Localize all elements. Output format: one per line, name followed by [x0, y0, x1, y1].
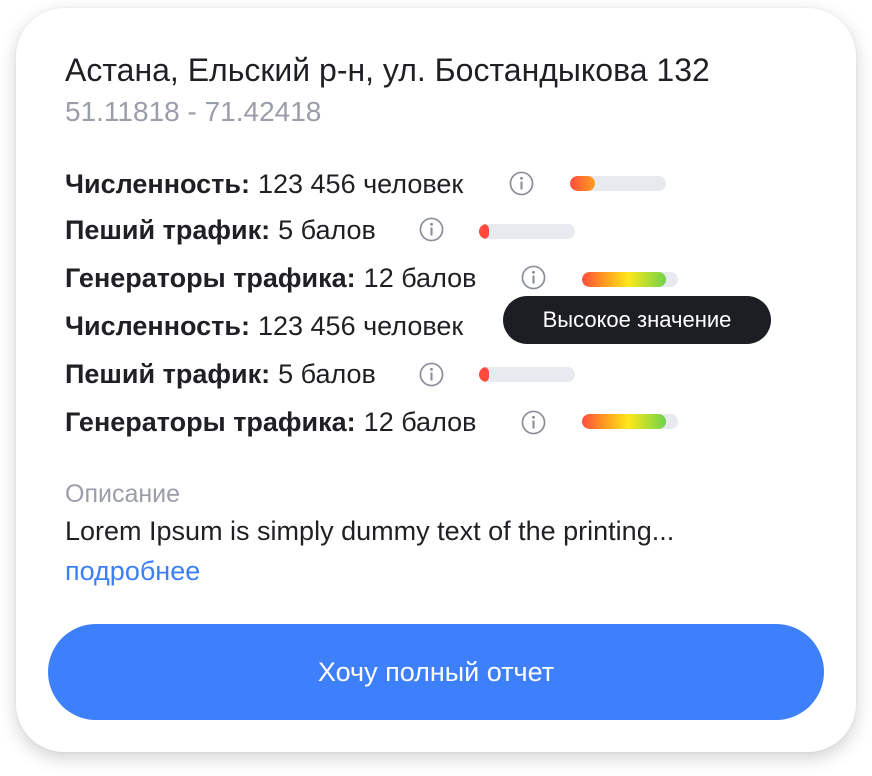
full-report-button[interactable]: Хочу полный отчет [48, 624, 824, 720]
metric-row-foot-traffic: Пеший трафик: 5 балов [65, 356, 376, 392]
level-bar [479, 224, 575, 239]
level-bar-fill [582, 414, 667, 429]
metric-value: 12 балов [363, 262, 477, 293]
metric-value: 5 балов [278, 358, 376, 389]
metric-label: Генераторы трафика: [65, 262, 356, 293]
metric-row-population: Численность: 123 456 человек [65, 166, 463, 202]
metric-row-traffic-generators: Генераторы трафика: 12 балов [65, 404, 476, 440]
description-label: Описание [65, 480, 181, 508]
address-title: Астана, Ельский р-н, ул. Бостандыкова 13… [65, 52, 710, 88]
level-bar-fill [479, 367, 489, 382]
metric-value: 123 456 человек [257, 168, 464, 199]
more-link[interactable]: подробнее [65, 556, 200, 587]
level-bar-fill [479, 224, 489, 239]
metric-value: 5 балов [278, 214, 376, 245]
info-circle-icon[interactable] [419, 362, 444, 387]
metric-row-foot-traffic: Пеший трафик: 5 балов [65, 212, 376, 248]
info-circle-icon[interactable] [521, 410, 546, 435]
metric-label: Пеший трафик: [65, 358, 271, 389]
location-card: Астана, Ельский р-н, ул. Бостандыкова 13… [16, 8, 856, 752]
description-text: Lorem Ipsum is simply dummy text of the … [65, 516, 675, 546]
info-circle-icon[interactable] [521, 265, 546, 290]
level-bar [582, 414, 678, 429]
metric-value: 123 456 человек [257, 310, 464, 341]
metric-label: Генераторы трафика: [65, 406, 356, 437]
level-bar [479, 367, 575, 382]
metric-label: Численность: [65, 168, 250, 199]
tooltip: Высокое значение [503, 296, 771, 344]
metric-row-population: Численность: 123 456 человек [65, 308, 463, 344]
metric-label: Пеший трафик: [65, 214, 271, 245]
metric-value: 12 балов [363, 406, 477, 437]
level-bar-fill [570, 176, 595, 191]
info-circle-icon[interactable] [419, 217, 444, 242]
info-circle-icon[interactable] [509, 171, 534, 196]
coordinates: 51.11818 - 71.42418 [65, 96, 322, 127]
metric-label: Численность: [65, 310, 250, 341]
level-bar [582, 272, 678, 287]
level-bar-fill [582, 272, 667, 287]
full-report-button-label: Хочу полный отчет [317, 656, 555, 687]
tooltip-text: Высокое значение [542, 307, 732, 332]
metric-row-traffic-generators: Генераторы трафика: 12 балов [65, 260, 476, 296]
level-bar [570, 176, 666, 191]
